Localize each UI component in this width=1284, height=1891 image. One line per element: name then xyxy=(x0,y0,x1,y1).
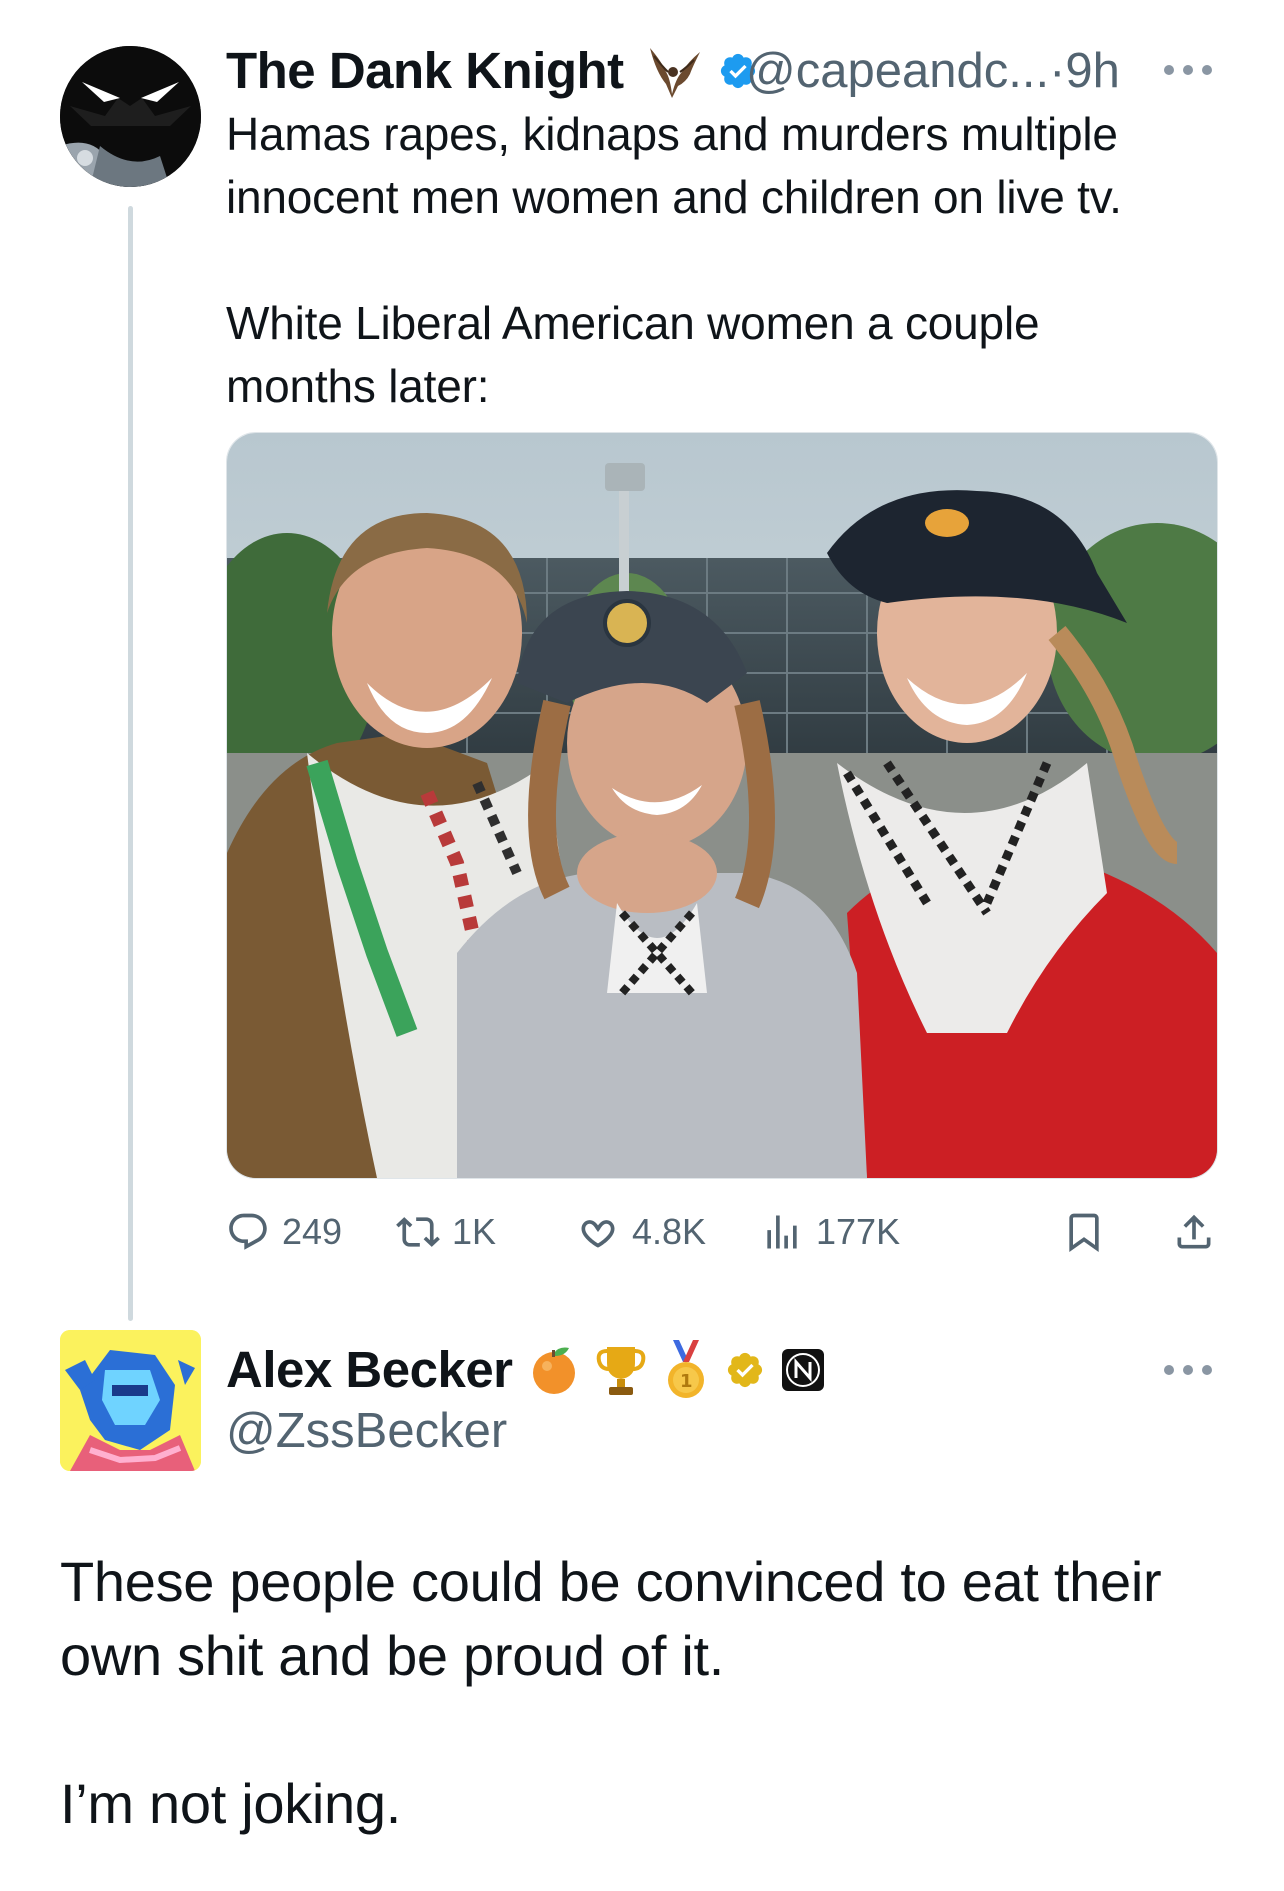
like-count: 4.8K xyxy=(632,1211,707,1252)
parent-action-bar: 249 1K 4.8K 177K xyxy=(226,1202,1216,1262)
views-bar-chart-icon xyxy=(760,1210,804,1254)
more-dot xyxy=(1183,1365,1193,1375)
parent-timestamp[interactable]: 9h xyxy=(1065,44,1120,98)
parent-handle[interactable]: @capeandc... xyxy=(746,44,1049,98)
batman-avatar-image xyxy=(60,46,201,187)
pixel-art-avatar-image xyxy=(60,1330,201,1471)
reply-button[interactable]: 249 xyxy=(226,1202,342,1262)
parent-display-name[interactable]: The Dank Knight xyxy=(226,40,624,102)
reply-more-options-button[interactable] xyxy=(1164,1360,1212,1380)
reply-display-name[interactable]: Alex Becker xyxy=(226,1338,513,1402)
bookmark-icon xyxy=(1062,1210,1106,1254)
reply-author-name-row[interactable]: Alex Becker 1 xyxy=(226,1338,825,1402)
like-button[interactable]: 4.8K xyxy=(576,1202,706,1262)
affiliate-badge-icon xyxy=(781,1348,825,1392)
bat-icon xyxy=(642,42,704,100)
tweet-media-photo[interactable] xyxy=(226,432,1218,1179)
svg-text:1: 1 xyxy=(680,1371,692,1392)
more-dot xyxy=(1164,1365,1174,1375)
more-dot xyxy=(1164,65,1174,75)
reply-icon xyxy=(226,1210,270,1254)
reply-tweet-text: These people could be convinced to eat t… xyxy=(60,1550,1162,1835)
repost-button[interactable]: 1K xyxy=(396,1202,496,1262)
avatar-alex-becker[interactable] xyxy=(60,1330,201,1471)
parent-more-options-button[interactable] xyxy=(1164,60,1212,80)
first-place-medal-icon: 1 xyxy=(663,1340,709,1400)
photo-three-women-illustration xyxy=(227,433,1217,1178)
heart-icon xyxy=(576,1210,620,1254)
views-button[interactable]: 177K xyxy=(760,1202,900,1262)
reply-handle[interactable]: @ZssBecker xyxy=(226,1400,507,1462)
share-upload-icon xyxy=(1172,1210,1216,1254)
more-dot xyxy=(1202,1365,1212,1375)
reply-count: 249 xyxy=(282,1211,343,1252)
bookmark-button[interactable] xyxy=(1062,1202,1106,1262)
share-button[interactable] xyxy=(1172,1202,1216,1262)
views-count: 177K xyxy=(816,1211,901,1252)
orange-icon xyxy=(529,1344,579,1396)
thread-connector-line xyxy=(128,206,133,1321)
gold-verified-badge-icon xyxy=(725,1350,765,1390)
separator-dot: · xyxy=(1049,44,1066,98)
parent-author-name-row[interactable]: The Dank Knight xyxy=(226,40,758,102)
trophy-icon xyxy=(595,1343,647,1397)
parent-handle-time: @capeandc...·9h xyxy=(746,40,1120,102)
parent-tweet-text: Hamas rapes, kidnaps and murders multipl… xyxy=(226,108,1122,412)
repost-count: 1K xyxy=(452,1211,497,1252)
more-dot xyxy=(1183,65,1193,75)
more-dot xyxy=(1202,65,1212,75)
repost-icon xyxy=(396,1210,440,1254)
avatar-dank-knight[interactable] xyxy=(60,46,201,187)
